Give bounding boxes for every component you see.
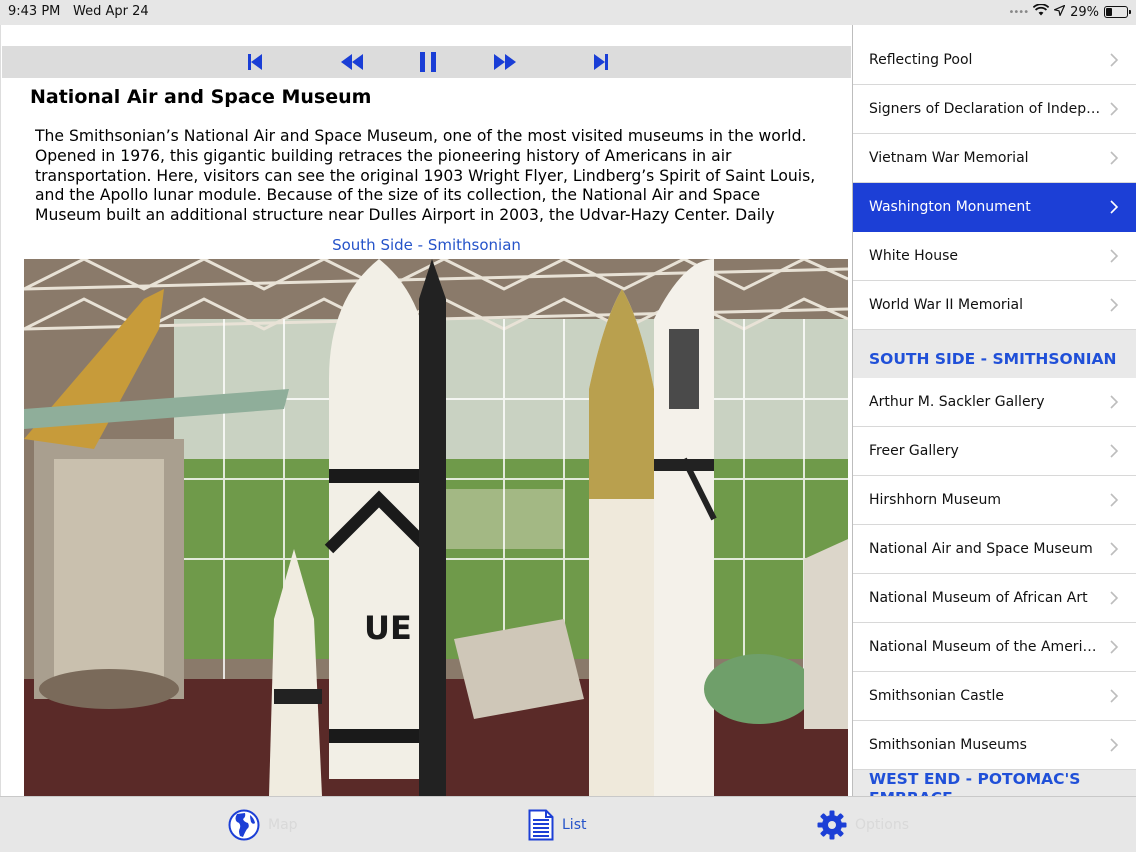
battery-level-fill (1106, 8, 1112, 16)
list-item-label: Freer Gallery (869, 443, 959, 459)
list-item-label: Reflecting Pool (869, 52, 973, 68)
chevron-right-icon (1109, 298, 1119, 312)
chevron-right-icon (1109, 102, 1119, 116)
list-item[interactable]: Smithsonian Castle (853, 672, 1136, 721)
skip-to-end-icon (594, 54, 608, 70)
skip-to-start-button[interactable] (246, 51, 264, 73)
chevron-right-icon (1109, 640, 1119, 654)
chevron-right-icon (1109, 689, 1119, 703)
list-item-label: Vietnam War Memorial (869, 150, 1029, 166)
status-date: Wed Apr 24 (73, 4, 149, 19)
tab-options-label: Options (855, 817, 910, 833)
list-item-label: National Museum of African Art (869, 590, 1088, 606)
list-item[interactable]: Washington Monument (853, 183, 1136, 232)
wifi-icon (1032, 3, 1050, 20)
tab-bar: Map List Options (0, 796, 1136, 852)
list-item-label: National Museum of the Americ... (869, 639, 1101, 655)
list-item-label: Smithsonian Castle (869, 688, 1004, 704)
chevron-right-icon (1109, 493, 1119, 507)
list-item-label: Arthur M. Sackler Gallery (869, 394, 1045, 410)
list-item-label: World War II Memorial (869, 297, 1024, 313)
page-title: National Air and Space Museum (30, 86, 372, 108)
tab-list-label: List (562, 817, 587, 833)
location-icon (1053, 4, 1066, 20)
fast-forward-button[interactable] (492, 51, 518, 73)
chevron-right-icon (1109, 151, 1119, 165)
chevron-right-icon (1109, 200, 1119, 214)
list-item[interactable]: Freer Gallery (853, 427, 1136, 476)
tab-options[interactable]: Options (817, 807, 909, 843)
chevron-right-icon (1109, 542, 1119, 556)
section-header-west-end: WEST END - POTOMAC'S EMBRACE (853, 770, 1136, 796)
list-item[interactable]: Smithsonian Museums (853, 721, 1136, 770)
gear-icon (817, 810, 847, 840)
audio-player-bar (2, 46, 851, 78)
list-item[interactable]: National Museum of the Americ... (853, 623, 1136, 672)
list-item[interactable]: Vietnam War Memorial (853, 134, 1136, 183)
description-text: The Smithsonian’s National Air and Space… (35, 127, 816, 227)
fast-forward-icon (494, 54, 516, 70)
skip-to-start-icon (248, 54, 262, 70)
museum-photo: UE (24, 259, 848, 796)
globe-icon (228, 809, 260, 841)
chevron-right-icon (1109, 395, 1119, 409)
status-bar: 9:43 PM Wed Apr 24 •••• 29% (0, 0, 1136, 25)
list-item[interactable]: National Air and Space Museum (853, 525, 1136, 574)
tab-list[interactable]: List (528, 807, 586, 843)
skip-to-end-button[interactable] (592, 51, 610, 73)
chevron-right-icon (1109, 53, 1119, 67)
tab-map[interactable]: Map (228, 807, 298, 843)
chevron-right-icon (1109, 249, 1119, 263)
rocket-marking: UE (364, 609, 412, 647)
tab-map-label: Map (268, 817, 298, 833)
status-indicators: •••• 29% (1008, 3, 1131, 21)
list-item[interactable]: National Museum of African Art (853, 574, 1136, 623)
list-item[interactable]: Signers of Declaration of Indepe... (853, 85, 1136, 134)
chevron-right-icon (1109, 444, 1119, 458)
list-item-label: Washington Monument (869, 199, 1031, 215)
list-item[interactable]: World War II Memorial (853, 281, 1136, 330)
status-time: 9:43 PM (8, 4, 61, 19)
list-item-label: National Air and Space Museum (869, 541, 1093, 557)
chevron-right-icon (1109, 738, 1119, 752)
rewind-icon (341, 54, 363, 70)
battery-percent: 29% (1070, 4, 1099, 20)
rewind-button[interactable] (339, 51, 365, 73)
pause-icon (420, 52, 436, 72)
list-item[interactable]: Arthur M. Sackler Gallery (853, 378, 1136, 427)
section-header-west-end-label: WEST END - POTOMAC'S EMBRACE (869, 770, 1081, 796)
list-item-label: Hirshhorn Museum (869, 492, 1001, 508)
list-item-label: White House (869, 248, 959, 264)
list-item-label: Signers of Declaration of Indepe... (869, 101, 1101, 117)
list-item-label: Smithsonian Museums (869, 737, 1027, 753)
multitask-dots-icon: •••• (1008, 6, 1030, 18)
list-item[interactable]: White House (853, 232, 1136, 281)
pause-button[interactable] (417, 51, 439, 73)
chevron-right-icon (1109, 591, 1119, 605)
photo-caption[interactable]: South Side - Smithsonian (1, 236, 851, 254)
section-header-south-side-label: SOUTH SIDE - SMITHSONIAN (869, 350, 1117, 368)
attraction-list: Reflecting Pool Signers of Declaration of… (852, 25, 1136, 796)
battery-icon (1104, 6, 1131, 18)
section-header-south-side: SOUTH SIDE - SMITHSONIAN (853, 330, 1136, 378)
detail-pane: National Air and Space Museum The Smiths… (0, 25, 851, 796)
list-item[interactable]: Hirshhorn Museum (853, 476, 1136, 525)
list-item[interactable]: Reflecting Pool (853, 36, 1136, 85)
document-list-icon (528, 809, 554, 841)
